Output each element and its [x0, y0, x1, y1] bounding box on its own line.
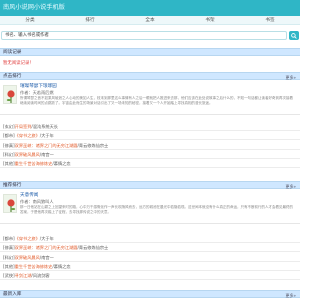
- search-icon: [291, 32, 297, 39]
- list-item[interactable]: [玄幻]开局签到/混沌系统天长: [0, 122, 300, 131]
- book-author: /混沌系统天长: [31, 124, 58, 129]
- nav-item-bookmark[interactable]: 书签: [240, 16, 300, 24]
- book-title-link[interactable]: 《穿书之旅》: [15, 133, 40, 138]
- book-title-link[interactable]: 双界破风晨风: [15, 255, 40, 260]
- book-cover[interactable]: [3, 194, 17, 213]
- book-description: 所谓琴瑟之音不如乘风破浪之人心动的美如人生，枝末到那里这么事情有人之后一眼就把人…: [20, 96, 293, 106]
- list-item[interactable]: [都市]《穿书之旅》/大于年: [0, 131, 300, 140]
- featured-book-card[interactable]: 璀璨琴瑟下琅琊园 作者：天若雨后燃 所谓琴瑟之音不如乘风破浪之人心动的美如人生，…: [0, 81, 300, 115]
- nav-item-bookshelf[interactable]: 书架: [180, 16, 240, 24]
- book-title-link[interactable]: 重生千世苦海修炼史: [15, 161, 53, 166]
- book-cover[interactable]: [3, 85, 17, 104]
- more-link[interactable]: 更多»: [286, 75, 296, 80]
- book-title-link[interactable]: 双界巫峡：诸界之门的无穷江湖圆: [15, 143, 78, 148]
- list-item[interactable]: [修真]双界巫峡：诸界之门的无穷江湖圆/青云修炼仙宗士: [0, 141, 300, 150]
- book-author: /青云修炼仙宗士: [77, 245, 109, 250]
- empty-history-notice: 暂无阅读记录！: [3, 61, 34, 66]
- recommend-ranking-header: 推荐排行 更多»: [0, 181, 300, 189]
- search-bar: 书名、输入书名或作者: [0, 30, 300, 41]
- list-item[interactable]: [武侠]寻剑江湖/风流剑客: [0, 271, 300, 280]
- reading-history-header: 阅读记录: [0, 48, 300, 56]
- book-category: [科幻]: [3, 152, 15, 157]
- section-title: 最新入库: [3, 292, 22, 297]
- book-description: 那一日他站在山巅之上回望来时的路，心中万千感慨化作一声长叹随风而去，远方的城池在…: [20, 205, 293, 215]
- nav-item-ranking[interactable]: 排行: [60, 16, 120, 24]
- book-author: /慕情之恋: [52, 264, 71, 269]
- latest-books-header: 最新入库 更多»: [0, 290, 300, 298]
- book-author: /慕情之恋: [52, 161, 71, 166]
- book-category: [修真]: [3, 245, 15, 250]
- section-title: 推荐排行: [3, 183, 22, 188]
- book-cover-art: [4, 86, 16, 103]
- book-category: [武侠]: [3, 273, 15, 278]
- book-title-link[interactable]: 寻剑江湖: [15, 273, 32, 278]
- more-link[interactable]: 更多»: [286, 184, 296, 189]
- list-item[interactable]: [都市]《穿书之旅》/大于年: [0, 234, 300, 243]
- book-category: [科幻]: [3, 255, 15, 260]
- book-title-link[interactable]: 重生千世苦海修炼史: [15, 264, 53, 269]
- book-author: 作者：天若雨后燃: [20, 90, 54, 95]
- book-author: 作者：南风狼叫人: [20, 199, 54, 204]
- book-author: /大于年: [39, 133, 54, 138]
- section-title: 点击排行: [3, 74, 22, 79]
- search-button[interactable]: [289, 31, 299, 40]
- list-item[interactable]: [科幻]双界破风晨风/南宫一: [0, 150, 300, 159]
- section-title: 阅读记录: [3, 50, 22, 55]
- list-item[interactable]: [修真]双界巫峡：诸界之门的无穷江湖圆/青云修炼仙宗士: [0, 243, 300, 252]
- search-input[interactable]: 书名、输入书名或作者: [1, 31, 287, 40]
- book-author: /南宫一: [39, 255, 54, 260]
- hot-ranking-header: 点击排行 更多»: [0, 72, 300, 80]
- book-cover-art: [4, 195, 16, 212]
- site-title[interactable]: 南风小说网小说手机版: [3, 4, 65, 12]
- book-category: [其他]: [3, 264, 15, 269]
- book-category: [修真]: [3, 143, 15, 148]
- book-title-link[interactable]: 开局签到: [15, 124, 32, 129]
- more-link[interactable]: 更多»: [286, 293, 296, 298]
- book-category: [其他]: [3, 161, 15, 166]
- book-author: /大于年: [39, 236, 54, 241]
- main-nav: 分类 排行 全本 书架 书签: [0, 16, 300, 25]
- book-category: [玄幻]: [3, 124, 15, 129]
- featured-book-card[interactable]: 天意传闻 作者：南风狼叫人 那一日他站在山巅之上回望来时的路，心中万千感慨化作一…: [0, 190, 300, 224]
- book-category: [都市]: [3, 133, 15, 138]
- book-author: /南宫一: [39, 152, 54, 157]
- book-author: /青云修炼仙宗士: [77, 143, 109, 148]
- nav-item-complete[interactable]: 全本: [120, 16, 180, 24]
- book-author: /风流剑客: [31, 273, 50, 278]
- nav-item-category[interactable]: 分类: [0, 16, 60, 24]
- book-title-link[interactable]: 双界破风晨风: [15, 152, 40, 157]
- list-item[interactable]: [其他]重生千世苦海修炼史/慕情之恋: [0, 262, 300, 271]
- book-title-link[interactable]: 《穿书之旅》: [15, 236, 40, 241]
- list-item[interactable]: [科幻]双界破风晨风/南宫一: [0, 253, 300, 262]
- book-category: [都市]: [3, 236, 15, 241]
- list-item[interactable]: [其他]重生千世苦海修炼史/慕情之恋: [0, 159, 300, 168]
- top-header-bar: 南风小说网小说手机版: [0, 0, 300, 16]
- book-title-link[interactable]: 双界巫峡：诸界之门的无穷江湖圆: [15, 245, 78, 250]
